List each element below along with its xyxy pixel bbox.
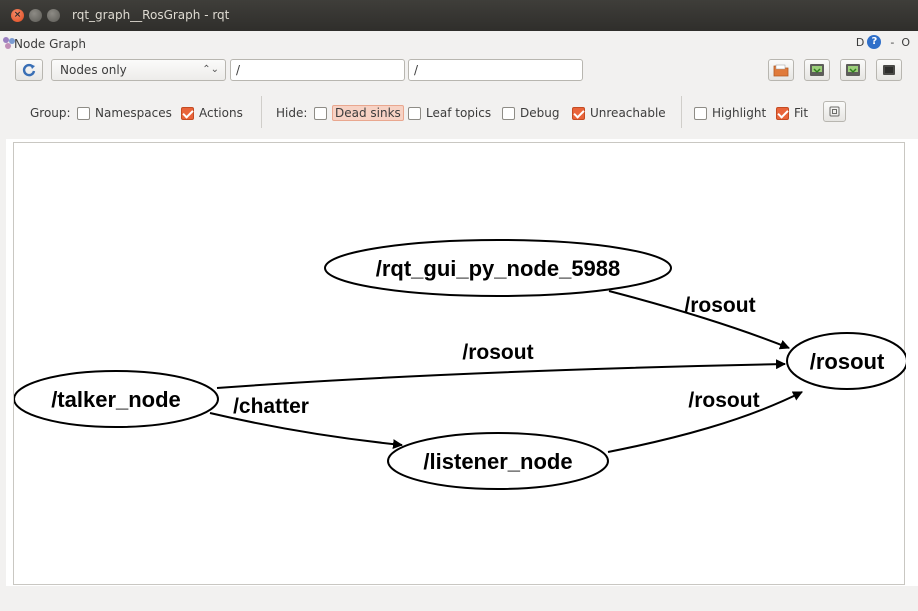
window-close-button[interactable]: ×	[11, 9, 24, 22]
save-image-button[interactable]	[876, 59, 902, 81]
plugin-dock-button[interactable]: D	[856, 36, 864, 49]
checkbox-checked-icon	[572, 106, 585, 120]
load-dot-button[interactable]	[768, 59, 794, 81]
dead-sinks-label: Dead sinks	[332, 105, 404, 121]
unreachable-label: Unreachable	[590, 106, 666, 120]
save-svg-button[interactable]	[840, 59, 866, 81]
window-title: rqt_graph__RosGraph - rqt	[72, 8, 230, 22]
edge-label-rqt-to-rosout: /rosout	[684, 294, 755, 317]
group-label: Group:	[30, 106, 71, 120]
window-titlebar: × rqt_graph__RosGraph - rqt	[0, 0, 918, 31]
actions-label: Actions	[199, 106, 243, 120]
node-label-rqt-gui: /rqt_gui_py_node_5988	[376, 256, 621, 281]
node-filter-input[interactable]: /	[230, 59, 405, 81]
combo-arrow-icon: ⌃⌄	[202, 64, 219, 75]
fit-view-icon	[829, 106, 840, 117]
window-maximize-button[interactable]	[47, 9, 60, 22]
node-talker[interactable]: /talker_node	[14, 370, 219, 428]
topic-filter-input[interactable]: /	[408, 59, 583, 81]
fit-view-button[interactable]	[823, 101, 846, 122]
actions-checkbox[interactable]: Actions	[181, 105, 243, 121]
unreachable-checkbox[interactable]: Unreachable	[572, 105, 666, 121]
graph-canvas[interactable]: /rosout /rosout /chatter /rosout /rqt_gu…	[13, 142, 906, 585]
image-icon	[883, 65, 895, 75]
node-label-listener: /listener_node	[423, 449, 572, 474]
plugin-close-button[interactable]: O	[901, 36, 910, 49]
plugin-minimize-button[interactable]: -	[890, 36, 894, 49]
hide-label: Hide:	[276, 106, 308, 120]
status-area	[0, 586, 918, 611]
checkbox-checked-icon	[776, 106, 789, 120]
edge-label-talker-to-rosout: /rosout	[462, 341, 533, 364]
refresh-icon	[22, 63, 36, 77]
edge-label-talker-to-listener: /chatter	[233, 395, 309, 418]
checkbox-unchecked-icon	[408, 106, 421, 120]
highlight-label: Highlight	[712, 106, 767, 120]
plugin-header: Node Graph D ? - O	[0, 31, 918, 56]
fit-checkbox[interactable]: Fit	[776, 105, 808, 121]
node-listener[interactable]: /listener_node	[387, 432, 609, 490]
debug-label: Debug	[520, 106, 560, 120]
checkbox-unchecked-icon	[77, 106, 90, 120]
left-border	[0, 56, 6, 611]
node-label-talker: /talker_node	[51, 387, 181, 412]
fit-label: Fit	[794, 106, 809, 120]
namespaces-checkbox[interactable]: Namespaces	[77, 105, 172, 121]
graph-mode-value: Nodes only	[60, 63, 127, 77]
edge-talker-to-rosout	[216, 359, 786, 389]
node-rqt-gui[interactable]: /rqt_gui_py_node_5988	[324, 239, 672, 297]
window-minimize-button[interactable]	[29, 9, 42, 22]
save-image-icon	[846, 64, 860, 76]
node-rosout[interactable]: /rosout	[786, 332, 906, 390]
leaf-topics-label: Leaf topics	[426, 106, 492, 120]
node-label-rosout: /rosout	[810, 349, 885, 374]
save-image-icon	[810, 64, 824, 76]
dead-sinks-checkbox[interactable]: Dead sinks	[314, 105, 404, 121]
ros-graph: /rosout /rosout /chatter /rosout /rqt_gu…	[14, 239, 906, 490]
plugin-title: Node Graph	[14, 37, 86, 51]
edge-label-listener-to-rosout: /rosout	[688, 389, 759, 412]
leaf-topics-checkbox[interactable]: Leaf topics	[408, 105, 491, 121]
save-dot-button[interactable]	[804, 59, 830, 81]
checkbox-unchecked-icon	[694, 106, 707, 120]
separator	[681, 96, 682, 128]
checkbox-unchecked-icon	[502, 106, 515, 120]
checkbox-checked-icon	[181, 106, 194, 120]
highlight-checkbox[interactable]: Highlight	[694, 105, 766, 121]
graph-mode-select[interactable]: Nodes only ⌃⌄	[51, 59, 226, 81]
options-bar: Group: Namespaces Actions Hide: Dead sin…	[0, 86, 918, 139]
namespaces-label: Namespaces	[95, 106, 172, 120]
refresh-button[interactable]	[15, 59, 43, 81]
separator	[261, 96, 262, 128]
checkbox-unchecked-icon	[314, 106, 327, 120]
folder-icon	[773, 64, 789, 77]
debug-checkbox[interactable]: Debug	[502, 105, 559, 121]
help-icon[interactable]: ?	[867, 35, 882, 49]
toolbar-row: Nodes only ⌃⌄ / /	[0, 56, 918, 86]
